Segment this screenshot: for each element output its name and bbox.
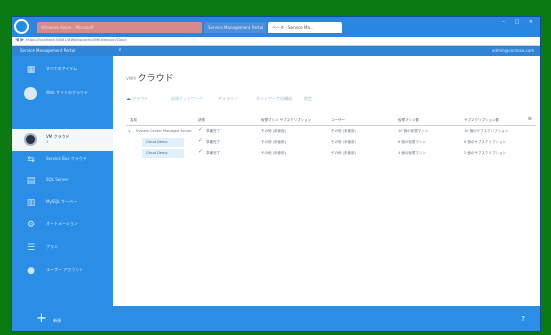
sidebar: ▦ すべてのアイテム Web サイトのクラウド VM クラウド 3 ⇆ Serv… bbox=[12, 56, 113, 306]
chevron-down-icon[interactable]: ∨ bbox=[118, 47, 122, 53]
address-text[interactable]: https://localhost:30081/#Workspaces/VMEx… bbox=[26, 38, 127, 42]
table-row[interactable]: Cloud Demo ✓ 準備完了 その他 (未使用) その他 (未使用) 6 … bbox=[126, 137, 536, 148]
tab-network-config[interactable]: ネットワークの構成 bbox=[256, 94, 292, 104]
browser-tab-3[interactable]: ベータ - Service Ma... bbox=[268, 22, 342, 33]
cell-name: System Center Managed Server bbox=[136, 129, 192, 133]
tab-settings[interactable]: 設定 bbox=[304, 94, 312, 104]
sidebar-item-label: Web サイトのクラウド bbox=[46, 90, 88, 95]
window-controls[interactable]: – □ × bbox=[502, 19, 537, 25]
app-header: Service Management Portal ∨ admin@contos… bbox=[12, 46, 540, 56]
cell-status: 準備完了 bbox=[206, 151, 220, 155]
tab-virtual-networks[interactable]: 仮想ネットワーク bbox=[171, 94, 203, 104]
cell-users: その他 (未使用) bbox=[331, 151, 356, 155]
cell-status: 準備完了 bbox=[206, 129, 220, 133]
sidebar-item-label: オートメーション bbox=[46, 221, 78, 226]
tab-close-icon[interactable]: × bbox=[334, 23, 340, 29]
screen-frame: Windows Azure - Microsoft Service Manage… bbox=[11, 16, 541, 332]
page-title: VMM クラウド bbox=[126, 71, 174, 84]
back-forward-icon[interactable]: ◀ ▶ bbox=[15, 37, 24, 43]
column-header-users[interactable]: ユーザー bbox=[331, 118, 345, 123]
cell-vm-count: 4 個の仮想マシン bbox=[398, 151, 426, 155]
sidebar-item-count: 3 bbox=[46, 140, 49, 144]
cell-vm-count: 10 個の仮想マシン bbox=[398, 129, 429, 133]
browser-logo-icon bbox=[14, 19, 29, 34]
cell-subscription: その他 (未使用) bbox=[261, 140, 286, 144]
cell-vm-count: 6 個の仮想マシン bbox=[398, 140, 426, 144]
sidebar-item-automation[interactable]: ⚙ オートメーション bbox=[12, 214, 113, 236]
clouds-table: 名前 状態 仮想マシン サブスクリプション ユーザー 仮想マシン数 サブスクリプ… bbox=[126, 115, 536, 159]
column-header-name[interactable]: 名前 bbox=[130, 118, 137, 123]
table-row[interactable]: Cloud Demo ✓ 準備完了 その他 (未使用) その他 (未使用) 4 … bbox=[126, 148, 536, 159]
column-header-subscription[interactable]: 仮想マシン サブスクリプション bbox=[261, 118, 311, 123]
app-title: Service Management Portal bbox=[20, 48, 76, 53]
tab-gallery[interactable]: ギャラリー bbox=[218, 94, 238, 104]
cell-subscription: その他 (未使用) bbox=[261, 129, 286, 133]
page-title-text: クラウド bbox=[137, 74, 174, 84]
new-button[interactable]: 新規 bbox=[53, 318, 61, 324]
mysql-icon: ▥ bbox=[26, 198, 36, 208]
sidebar-item-label: ユーザー アカウント bbox=[46, 267, 84, 272]
check-icon: ✓ bbox=[198, 137, 204, 144]
cell-subscription: その他 (未使用) bbox=[261, 151, 286, 155]
tab-clouds[interactable]: ☁ クラウド bbox=[126, 94, 148, 104]
table-header: 名前 状態 仮想マシン サブスクリプション ユーザー 仮想マシン数 サブスクリプ… bbox=[126, 115, 536, 126]
browser-tab-bar: Windows Azure - Microsoft Service Manage… bbox=[12, 17, 540, 37]
sidebar-item-service-bus[interactable]: ⇆ Service Bus クラウド bbox=[12, 149, 113, 171]
cell-name: Cloud Demo bbox=[142, 138, 184, 147]
column-header-sub-count[interactable]: サブスクリプション数 bbox=[464, 118, 499, 123]
column-header-status[interactable]: 状態 bbox=[198, 118, 205, 123]
cloud-circle-icon bbox=[24, 133, 38, 147]
cell-sub-count: 2 個のサブスクリプション bbox=[464, 151, 506, 155]
browser-tab-1[interactable]: Windows Azure - Microsoft bbox=[37, 22, 202, 33]
browser-tab-2[interactable]: Service Management Portal bbox=[204, 22, 266, 33]
sidebar-item-vm-clouds[interactable]: VM クラウド 3 bbox=[12, 129, 113, 151]
cell-name: Cloud Demo bbox=[142, 149, 184, 158]
cell-sub-count: 8 個のサブスクリプション bbox=[464, 140, 506, 144]
sidebar-item-label: すべてのアイテム bbox=[46, 66, 78, 71]
cell-sub-count: 10 個のサブスクリプション bbox=[464, 129, 509, 133]
new-plus-icon[interactable]: + bbox=[36, 312, 47, 326]
automation-icon: ⚙ bbox=[26, 220, 36, 230]
page-title-prefix: VMM bbox=[126, 76, 136, 81]
sidebar-item-sql-server[interactable]: ▤ SQL Server bbox=[12, 170, 113, 192]
grid-icon: ▦ bbox=[26, 65, 36, 75]
cell-users: その他 (未使用) bbox=[331, 129, 356, 133]
column-header-vm-count[interactable]: 仮想マシン数 bbox=[398, 118, 419, 123]
cell-users: その他 (未使用) bbox=[331, 140, 356, 144]
globe-icon bbox=[24, 87, 38, 101]
sidebar-item-plans[interactable]: ☰ プラン bbox=[12, 237, 113, 259]
check-icon: ✓ bbox=[198, 126, 204, 133]
help-icon[interactable]: ? bbox=[521, 315, 525, 323]
table-row[interactable]: ∨ System Center Managed Server ✓ 準備完了 その… bbox=[126, 126, 536, 137]
column-settings-icon[interactable]: ⊕ bbox=[528, 116, 532, 122]
address-bar[interactable]: ◀ ▶ https://localhost:30081/#Workspaces/… bbox=[12, 37, 540, 46]
list-icon: ☰ bbox=[26, 243, 36, 253]
user-icon: ● bbox=[27, 266, 35, 276]
main-content: VMM クラウド ☁ クラウド 仮想ネットワーク ギャラリー ネットワークの構成 … bbox=[113, 56, 540, 306]
sidebar-item-label: プラン bbox=[46, 244, 58, 249]
account-name[interactable]: admin@contoso.com bbox=[492, 48, 534, 53]
sidebar-item-label: MySQL サーバー bbox=[46, 199, 77, 204]
bus-icon: ⇆ bbox=[27, 155, 35, 165]
database-icon: ▤ bbox=[26, 176, 36, 186]
sidebar-item-web-sites[interactable]: Web サイトのクラウド bbox=[12, 83, 113, 105]
sidebar-item-mysql[interactable]: ▥ MySQL サーバー bbox=[12, 192, 113, 214]
cloud-icon: ☁ bbox=[126, 96, 131, 102]
chevron-down-icon[interactable]: ∨ bbox=[128, 128, 131, 133]
cell-status: 準備完了 bbox=[206, 140, 220, 144]
sidebar-item-label: Service Bus クラウド bbox=[46, 156, 87, 161]
check-icon: ✓ bbox=[198, 148, 204, 155]
sidebar-item-label: SQL Server bbox=[46, 177, 69, 182]
sidebar-item-label: VM クラウド bbox=[46, 134, 70, 139]
sidebar-item-all-items[interactable]: ▦ すべてのアイテム bbox=[12, 59, 113, 81]
command-bar: + 新規 ? bbox=[12, 306, 540, 331]
sidebar-item-user-accounts[interactable]: ● ユーザー アカウント bbox=[12, 260, 113, 282]
